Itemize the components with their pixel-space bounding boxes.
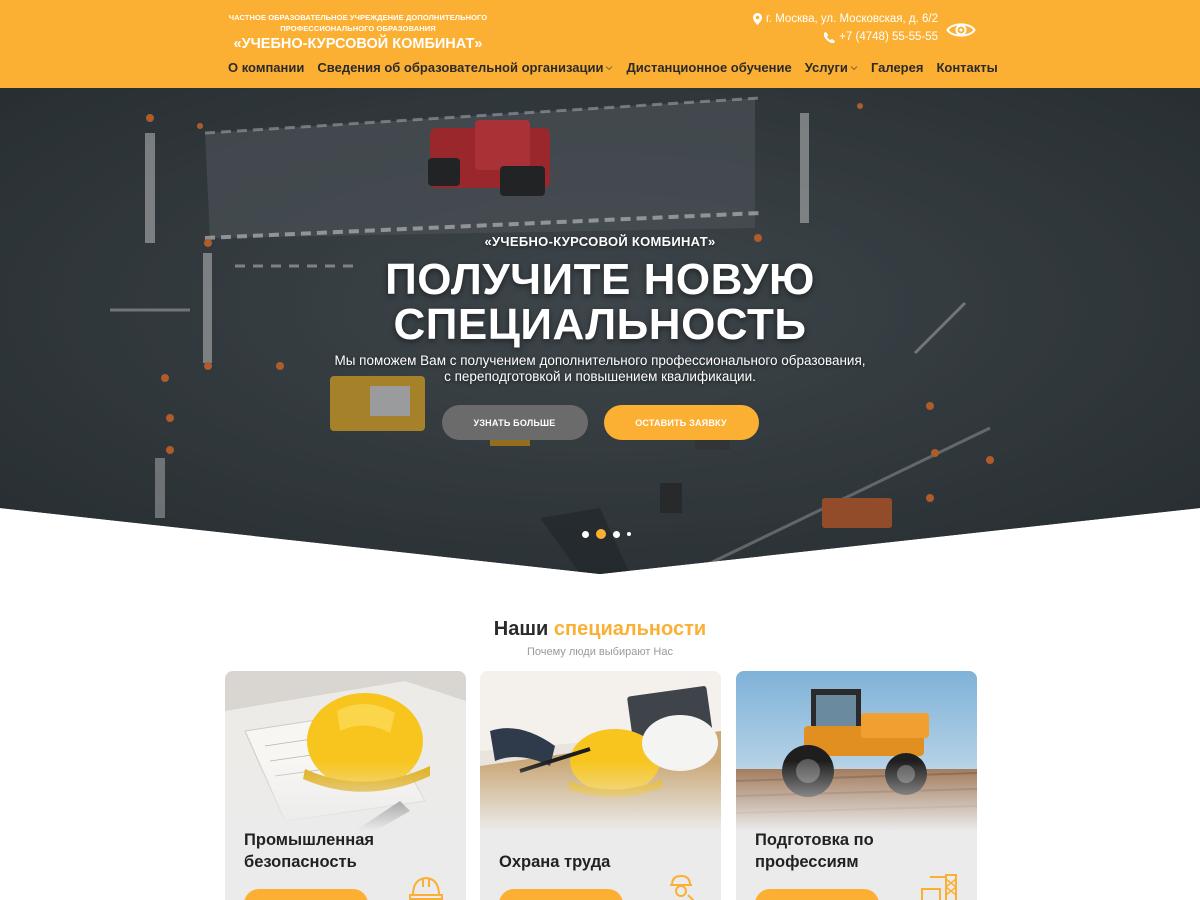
main-nav: О компании Сведения об образовательной о…	[228, 60, 998, 75]
site-logo[interactable]: ЧАСТНОЕ ОБРАЗОВАТЕЛЬНОЕ УЧРЕЖДЕНИЕ ДОПОЛ…	[228, 12, 488, 53]
nav-item-about[interactable]: О компании	[228, 60, 304, 75]
specialty-card-labor-safety[interactable]: Охрана труда	[480, 671, 721, 900]
slider-dot-2[interactable]	[596, 529, 606, 539]
hero-title-line1: ПОЛУЧИТЕ НОВУЮ	[385, 255, 815, 304]
address-row: г. Москва, ул. Московская, д. 6/2	[753, 10, 938, 28]
slider-dot-4[interactable]	[627, 532, 631, 536]
page: ЧАСТНОЕ ОБРАЗОВАТЕЛЬНОЕ УЧРЕЖДЕНИЕ ДОПОЛ…	[0, 0, 1200, 900]
chevron-down-icon	[606, 65, 613, 70]
org-subtitle: ЧАСТНОЕ ОБРАЗОВАТЕЛЬНОЕ УЧРЕЖДЕНИЕ ДОПОЛ…	[228, 13, 488, 33]
learn-more-button[interactable]: УЗНАТЬ БОЛЬШЕ	[441, 405, 588, 440]
hero-content: «УЧЕБНО-КУРСОВОЙ КОМБИНАТ» ПОЛУЧИТЕ НОВУ…	[0, 234, 1200, 440]
eye-icon[interactable]	[946, 19, 976, 41]
specialties-title-plain: Наши	[493, 618, 549, 640]
card-title: Промышленная безопасность	[244, 831, 375, 871]
specialty-card-industrial-safety[interactable]: Промышленная безопасность	[225, 671, 466, 900]
hero-slider: «УЧЕБНО-КУРСОВОЙ КОМБИНАТ» ПОЛУЧИТЕ НОВУ…	[0, 88, 1200, 574]
card-more-button[interactable]	[244, 889, 368, 900]
site-header: ЧАСТНОЕ ОБРАЗОВАТЕЛЬНОЕ УЧРЕЖДЕНИЕ ДОПОЛ…	[0, 0, 1200, 88]
slider-dots	[582, 529, 631, 539]
chevron-down-icon	[850, 65, 858, 70]
helmet-icon	[409, 876, 443, 900]
address-text: г. Москва, ул. Московская, д. 6/2	[766, 13, 938, 25]
card-fade	[225, 761, 466, 831]
nav-item-distance-learning[interactable]: Дистанционное обучение	[626, 60, 791, 75]
phone-text[interactable]: +7 (4748) 55-55-55	[839, 28, 938, 46]
org-name: «УЧЕБНО-КУРСОВОЙ КОМБИНАТ»	[233, 36, 483, 52]
nav-item-contacts[interactable]: Контакты	[936, 60, 997, 75]
slider-dot-1[interactable]	[582, 530, 589, 538]
card-more-button[interactable]	[755, 889, 879, 900]
hero-desc-line2: с переподготовкой и повышением квалифика…	[444, 369, 756, 384]
specialties-title-accent: специальности	[553, 618, 707, 640]
card-fade	[736, 761, 977, 831]
card-more-button[interactable]	[499, 889, 623, 900]
nav-item-gallery[interactable]: Галерея	[871, 60, 924, 75]
hero-desc-line1: Мы поможем Вам с получением дополнительн…	[334, 353, 866, 368]
nav-item-services[interactable]: Услуги	[805, 60, 858, 75]
crane-icon	[921, 874, 957, 900]
worker-icon	[670, 874, 695, 900]
nav-item-org-info[interactable]: Сведения об образовательной организации	[317, 60, 613, 75]
hero-title-line2: СПЕЦИАЛЬНОСТЬ	[393, 300, 807, 349]
specialties-title: Наши специальности	[0, 618, 1200, 641]
hero-title: ПОЛУЧИТЕ НОВУЮ СПЕЦИАЛЬНОСТЬ	[0, 257, 1200, 347]
slider-dot-3[interactable]	[613, 530, 620, 538]
phone-row[interactable]: +7 (4748) 55-55-55	[753, 28, 938, 46]
specialty-card-professions[interactable]: Подготовка по профессиям	[736, 671, 977, 900]
card-fade	[480, 761, 721, 831]
map-pin-icon	[753, 13, 763, 25]
hero-buttons: УЗНАТЬ БОЛЬШЕ ОСТАВИТЬ ЗАЯВКУ	[0, 405, 1200, 440]
header-contacts: г. Москва, ул. Московская, д. 6/2 +7 (47…	[753, 10, 938, 46]
hero-description: Мы поможем Вам с получением дополнительн…	[0, 353, 1200, 385]
card-title: Подготовка по профессиям	[755, 831, 874, 871]
phone-icon	[824, 31, 836, 43]
specialties-subtitle: Почему люди выбирают Нас	[526, 646, 673, 658]
hero-subtitle: «УЧЕБНО-КУРСОВОЙ КОМБИНАТ»	[484, 234, 716, 249]
card-title: Охрана труда	[499, 853, 611, 871]
submit-request-button[interactable]: ОСТАВИТЬ ЗАЯВКУ	[603, 405, 759, 440]
